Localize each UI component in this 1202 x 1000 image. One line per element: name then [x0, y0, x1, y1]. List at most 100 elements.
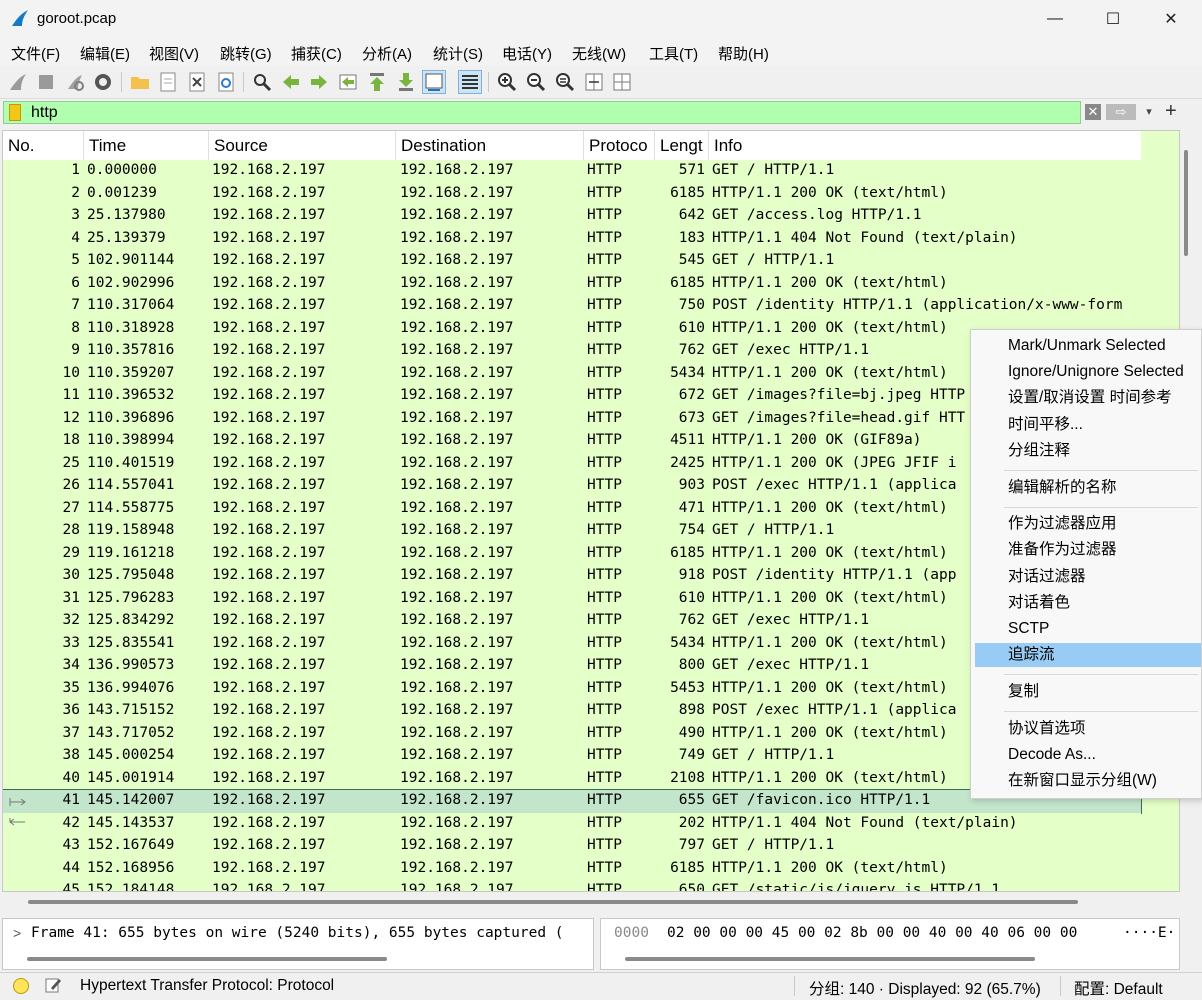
menu-statistics[interactable]: 统计(S) — [433, 43, 483, 64]
context-menu-item[interactable]: 在新窗口显示分组(W) — [975, 769, 1201, 793]
menu-file[interactable]: 文件(F) — [11, 43, 60, 64]
go-to-packet-icon[interactable] — [337, 71, 359, 93]
bookmark-icon[interactable] — [9, 104, 21, 121]
column-header-length[interactable]: Lengt — [655, 131, 709, 160]
menu-tools[interactable]: 工具(T) — [649, 43, 698, 64]
close-button[interactable]: ✕ — [1142, 0, 1200, 38]
packet-row[interactable]: 6 102.902996 192.168.2.197 192.168.2.197 HTT… — [3, 272, 1141, 295]
status-profile[interactable]: 配置: Default — [1074, 977, 1163, 999]
context-menu-item[interactable]: 协议首选项 — [975, 717, 1201, 741]
bytes-ascii[interactable]: ····E· — [1123, 925, 1175, 941]
zoom-out-icon[interactable] — [525, 71, 547, 93]
apply-filter-icon[interactable]: ⇨ — [1106, 104, 1136, 120]
packet-cell-src: 192.168.2.197 — [212, 432, 326, 448]
menu-analyze[interactable]: 分析(A) — [362, 43, 412, 64]
resize-columns-icon[interactable] — [583, 71, 605, 93]
context-menu-item[interactable]: 复制 — [975, 680, 1201, 704]
column-header-protocol[interactable]: Protoco — [584, 131, 655, 160]
packet-row[interactable]: 3 25.137980 192.168.2.197 192.168.2.197 HTTP… — [3, 205, 1141, 228]
menu-capture[interactable]: 捕获(C) — [291, 43, 342, 64]
expert-info-icon[interactable] — [13, 978, 29, 994]
details-hscrollbar[interactable] — [27, 957, 387, 961]
packet-list-hscrollbar[interactable] — [28, 900, 1078, 904]
find-packet-icon[interactable] — [251, 71, 273, 93]
packet-cell-time: 145.000254 — [87, 747, 175, 763]
column-header-destination[interactable]: Destination — [396, 131, 584, 160]
shark-fin-start-icon[interactable] — [7, 71, 29, 93]
frame-summary[interactable]: Frame 41: 655 bytes on wire (5240 bits),… — [31, 925, 564, 941]
context-menu-item[interactable]: 编辑解析的名称 — [975, 476, 1201, 500]
layout-icon[interactable] — [611, 71, 633, 93]
packet-cell-src: 192.168.2.197 — [212, 522, 326, 538]
display-filter-input[interactable]: http — [3, 101, 1081, 124]
capture-comment-icon[interactable] — [44, 976, 62, 994]
packet-list-vscrollbar[interactable] — [1184, 150, 1188, 256]
packet-row[interactable]: 44 152.168956 192.168.2.197 192.168.2.197 HT… — [3, 857, 1141, 880]
packet-cell-src: 192.168.2.197 — [212, 747, 326, 763]
packet-row[interactable]: 7 110.317064 192.168.2.197 192.168.2.197 HTT… — [3, 295, 1141, 318]
clear-filter-icon[interactable]: ✕ — [1085, 104, 1101, 120]
column-header-time[interactable]: Time — [84, 131, 209, 160]
packet-row[interactable]: 4 25.139379 192.168.2.197 192.168.2.197 HTTP… — [3, 227, 1141, 250]
go-last-icon[interactable] — [395, 71, 417, 93]
packet-details[interactable]: > Frame 41: 655 bytes on wire (5240 bits… — [2, 918, 594, 970]
column-header-info[interactable]: Info — [709, 131, 1141, 160]
go-forward-icon[interactable] — [308, 71, 330, 93]
reload-file-icon[interactable] — [215, 71, 237, 93]
menu-edit[interactable]: 编辑(E) — [80, 43, 130, 64]
colorize-icon[interactable] — [458, 70, 482, 94]
menu-go[interactable]: 跳转(G) — [220, 43, 272, 64]
context-menu-item[interactable]: Ignore/Unignore Selected — [975, 360, 1201, 384]
minimize-button[interactable]: — — [1026, 0, 1084, 38]
context-menu-item[interactable]: 对话着色 — [975, 591, 1201, 615]
normal-size-icon[interactable] — [554, 71, 576, 93]
packet-row[interactable]: 5 102.901144 192.168.2.197 192.168.2.197 HTT… — [3, 250, 1141, 273]
packet-cell-proto: HTTP — [587, 522, 622, 538]
context-menu-item[interactable]: 时间平移... — [975, 413, 1201, 437]
packet-cell-time: 25.137980 — [87, 207, 166, 223]
context-menu-item[interactable]: 设置/取消设置 时间参考 — [975, 386, 1201, 410]
packet-cell-info: GET /access.log HTTP/1.1 — [712, 207, 922, 223]
filter-text[interactable]: http — [31, 104, 58, 122]
go-first-icon[interactable] — [366, 71, 388, 93]
add-filter-button[interactable]: + — [1165, 100, 1177, 123]
restart-capture-icon[interactable] — [64, 71, 86, 93]
zoom-in-icon[interactable] — [496, 71, 518, 93]
context-menu-item[interactable]: Decode As... — [975, 743, 1201, 767]
capture-options-icon[interactable] — [92, 71, 114, 93]
menu-view[interactable]: 视图(V) — [149, 43, 199, 64]
autoscroll-icon[interactable] — [422, 70, 446, 94]
menu-help[interactable]: 帮助(H) — [718, 43, 769, 64]
packet-cell-len: 5434 — [670, 634, 705, 651]
context-menu-item[interactable]: Mark/Unmark Selected — [975, 334, 1201, 358]
go-back-icon[interactable] — [280, 71, 302, 93]
packet-row[interactable]: 43 152.167649 192.168.2.197 192.168.2.197 HT… — [3, 835, 1141, 858]
bytes-hscrollbar[interactable] — [625, 957, 1035, 961]
context-menu-item[interactable]: 准备作为过滤器 — [975, 538, 1201, 562]
context-menu-item[interactable]: SCTP — [975, 617, 1201, 641]
menu-telephony[interactable]: 电话(Y) — [502, 43, 552, 64]
packet-row[interactable]: 2 0.001239 192.168.2.197 192.168.2.197 HTTP 6… — [3, 182, 1141, 205]
context-menu-item[interactable]: 对话过滤器 — [975, 565, 1201, 589]
column-header-no[interactable]: No. — [3, 131, 84, 160]
maximize-button[interactable]: ☐ — [1084, 0, 1142, 38]
packet-row[interactable]: 1 0.000000 192.168.2.197 192.168.2.197 HTTP 5… — [3, 160, 1141, 183]
packet-row[interactable]: 45 152.184148 192.168.2.197 192.168.2.197 HT… — [3, 880, 1141, 891]
save-file-icon[interactable] — [157, 71, 179, 93]
window-title: goroot.pcap — [37, 10, 117, 27]
open-file-icon[interactable] — [129, 71, 151, 93]
stop-capture-icon[interactable] — [35, 71, 57, 93]
close-file-icon[interactable] — [186, 71, 208, 93]
menu-wireless[interactable]: 无线(W) — [572, 43, 626, 64]
bytes-hex[interactable]: 02 00 00 00 45 00 02 8b 00 00 40 00 40 0… — [667, 925, 1077, 941]
column-header-source[interactable]: Source — [209, 131, 396, 160]
filter-history-dropdown[interactable]: ▾ — [1140, 102, 1158, 122]
packet-cell-len: 655 — [678, 792, 705, 808]
context-menu-item[interactable]: 分组注释 — [975, 439, 1201, 463]
packet-row[interactable]: 42 145.143537 192.168.2.197 192.168.2.197 HT… — [3, 812, 1141, 835]
context-menu-item[interactable]: 作为过滤器应用 — [975, 512, 1201, 536]
expand-chevron-icon[interactable]: > — [13, 925, 21, 941]
packet-cell-time: 0.000000 — [87, 162, 157, 178]
packet-bytes[interactable]: 0000 02 00 00 00 45 00 02 8b 00 00 40 00… — [600, 918, 1180, 970]
context-menu-item[interactable]: 追踪流 — [975, 643, 1201, 668]
